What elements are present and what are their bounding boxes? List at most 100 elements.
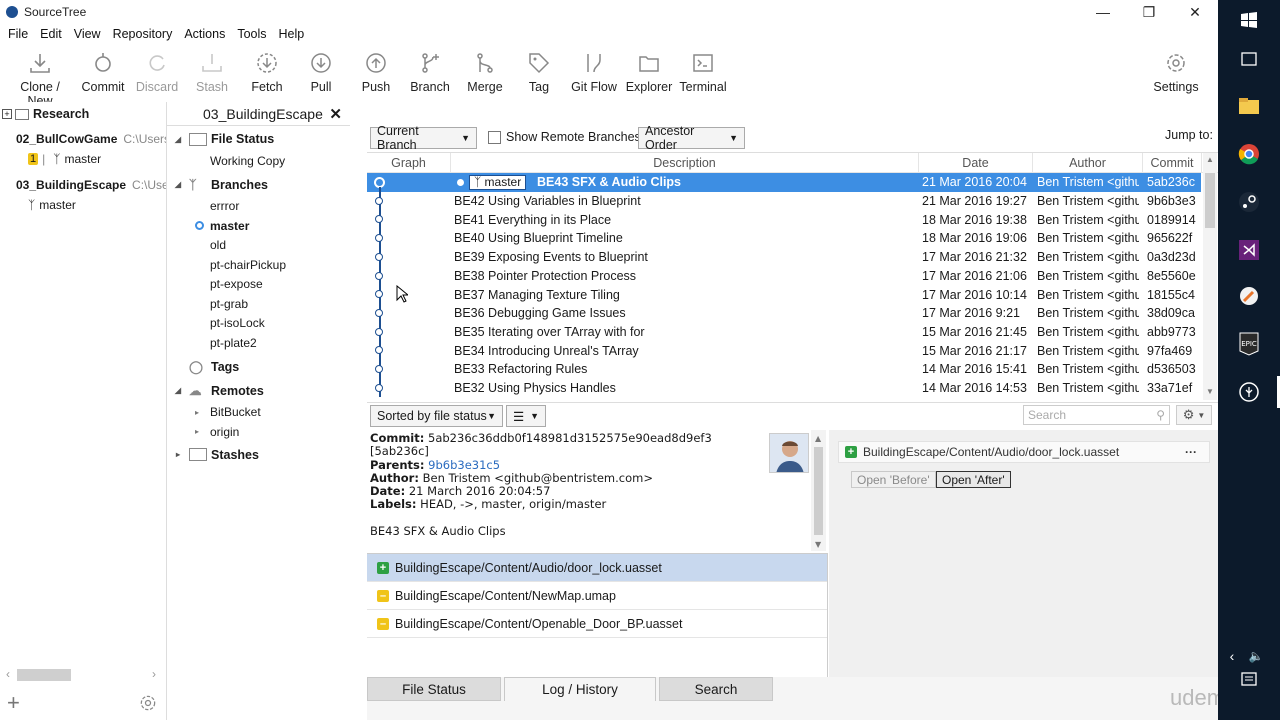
repo-group-research[interactable]: + Research (0, 103, 166, 125)
repo-item-bullcowgame[interactable]: 02_BullCowGame C:\Users\ (0, 128, 166, 150)
grid-scrollbar[interactable]: ▲ ▼ (1203, 153, 1217, 400)
tab-file-status[interactable]: File Status (367, 677, 501, 701)
menu-file[interactable]: File (2, 27, 34, 41)
list-item[interactable]: – BuildingEscape/Content/Openable_Door_B… (367, 610, 827, 638)
notification-icon[interactable] (1237, 668, 1261, 692)
fetch-button[interactable]: Fetch (237, 46, 297, 94)
expand-arrow-icon[interactable]: ▸ (195, 427, 210, 436)
close-window-button[interactable]: ✕ (1172, 0, 1218, 24)
list-item[interactable]: + BuildingEscape/Content/Audio/door_lock… (367, 554, 827, 582)
scroll-up-icon[interactable]: ▲ (815, 432, 821, 445)
gear-icon[interactable] (138, 693, 158, 716)
scroll-down-icon[interactable]: ▼ (815, 538, 821, 551)
table-row[interactable]: BE39 Exposing Events to Blueprint 17 Mar … (367, 248, 1201, 267)
sort-dropdown[interactable]: Sorted by file status ▼ (370, 405, 503, 427)
terminal-button[interactable]: Terminal (673, 46, 733, 94)
branch-button[interactable]: Branch (400, 46, 460, 94)
steam-icon[interactable] (1237, 190, 1261, 214)
menu-help[interactable]: Help (273, 27, 311, 41)
sidebar-remotes[interactable]: ◢ ☁ Remotes (167, 379, 367, 403)
collapse-icon[interactable]: ◢ (167, 180, 189, 189)
maximize-button[interactable]: ❐ (1126, 0, 1172, 24)
repo-item-buildingescape[interactable]: 03_BuildingEscape C:\User (0, 174, 166, 196)
branch-filter-dropdown[interactable]: Current Branch ▼ (370, 124, 477, 152)
clone-new-button[interactable]: Clone / New (8, 46, 72, 108)
expand-arrow-icon[interactable]: ▸ (195, 408, 210, 417)
collapse-icon[interactable]: ◢ (167, 386, 189, 395)
git-flow-button[interactable]: Git Flow (564, 46, 624, 94)
sidebar-branch-pt-grab[interactable]: pt-grab (167, 294, 367, 314)
expand-arrow-icon[interactable]: ▸ (167, 450, 189, 459)
scroll-up-icon[interactable]: ▲ (1206, 155, 1214, 164)
sidebar-branch-pt-expose[interactable]: pt-expose (167, 275, 367, 295)
tab-log-history[interactable]: Log / History (504, 677, 656, 701)
sidebar-branch-master[interactable]: master (167, 216, 367, 236)
settings-button[interactable]: Settings (1146, 46, 1206, 94)
sidebar-file-status[interactable]: ◢ File Status (167, 127, 367, 151)
sidebar-branch-pt-chairpickup[interactable]: pt-chairPickup (167, 255, 367, 275)
scroll-down-icon[interactable]: ▼ (1206, 387, 1214, 396)
table-row[interactable]: ᛉ master BE43 SFX & Audio Clips 21 Mar 2… (367, 173, 1201, 192)
column-commit[interactable]: Commit (1143, 153, 1202, 172)
table-row[interactable]: BE33 Refactoring Rules 14 Mar 2016 15:41 B… (367, 360, 1201, 379)
file-explorer-icon[interactable] (1237, 94, 1261, 118)
menu-repository[interactable]: Repository (107, 27, 179, 41)
scroll-right-icon[interactable]: › (152, 667, 156, 681)
menu-edit[interactable]: Edit (34, 27, 68, 41)
explorer-button[interactable]: Explorer (619, 46, 679, 94)
volume-icon[interactable]: 🔈 (1246, 644, 1266, 668)
chevron-left-icon[interactable]: ‹ (1224, 644, 1240, 668)
epic-games-icon[interactable]: EPIC (1237, 332, 1261, 356)
minimize-button[interactable]: — (1080, 0, 1126, 24)
table-row[interactable]: BE38 Pointer Protection Process 17 Mar 20… (367, 267, 1201, 286)
sidebar-branch-errror[interactable]: errror (167, 197, 367, 217)
discard-button[interactable]: Discard (127, 46, 187, 94)
column-description[interactable]: Description (451, 153, 919, 172)
tag-button[interactable]: Tag (509, 46, 569, 94)
windows-start-icon[interactable] (1237, 8, 1261, 32)
sidebar-stashes[interactable]: ▸ Stashes (167, 443, 367, 467)
task-view-icon[interactable] (1237, 48, 1261, 72)
pull-button[interactable]: Pull (291, 46, 351, 94)
sidebar-branch-pt-plate2[interactable]: pt-plate2 (167, 333, 367, 353)
menu-view[interactable]: View (68, 27, 107, 41)
table-row[interactable]: BE32 Using Physics Handles 14 Mar 2016 14… (367, 379, 1201, 398)
column-date[interactable]: Date (919, 153, 1033, 172)
list-item[interactable]: – BuildingEscape/Content/NewMap.umap (367, 582, 827, 610)
expand-icon[interactable]: + (2, 109, 12, 119)
search-input[interactable]: Search ⚲ (1023, 405, 1170, 425)
view-mode-dropdown[interactable]: ☰ ▼ (506, 405, 546, 427)
show-remote-checkbox[interactable]: Show Remote Branches (488, 130, 641, 144)
commit-button[interactable]: Commit (73, 46, 133, 94)
add-repo-icon[interactable]: + (7, 690, 20, 716)
scroll-left-icon[interactable]: ‹ (6, 667, 10, 681)
menu-tools[interactable]: Tools (231, 27, 272, 41)
open-before-button[interactable]: Open 'Before' (851, 471, 936, 488)
menu-actions[interactable]: Actions (178, 27, 231, 41)
table-row[interactable]: BE42 Using Variables in Blueprint 21 Mar … (367, 192, 1201, 211)
sidebar-branch-old[interactable]: old (167, 236, 367, 256)
merge-button[interactable]: Merge (455, 46, 515, 94)
chrome-icon[interactable] (1237, 142, 1261, 166)
table-row[interactable]: BE36 Debugging Game Issues 17 Mar 2016 9:… (367, 304, 1201, 323)
sidebar-branch-pt-isolock[interactable]: pt-isoLock (167, 314, 367, 334)
sidebar-item-working-copy[interactable]: Working Copy (167, 151, 367, 171)
column-graph[interactable]: Graph (367, 153, 451, 172)
table-row[interactable]: BE35 Iterating over TArray with for 15 Ma… (367, 323, 1201, 342)
close-icon[interactable]: ✕ (329, 105, 342, 123)
order-dropdown[interactable]: Ancestor Order ▼ (638, 124, 745, 152)
sidebar-branches[interactable]: ◢ ᛉ Branches (167, 173, 367, 197)
more-options-icon[interactable]: ··· (1185, 445, 1197, 459)
sidebar-remote-bitbucket[interactable]: ▸ BitBucket (167, 403, 367, 423)
table-row[interactable]: BE34 Introducing Unreal's TArray 15 Mar 2… (367, 341, 1201, 360)
options-gear-button[interactable]: ⚙ ▼ (1176, 405, 1212, 425)
tab-buildingescape[interactable]: 03_BuildingEscape ✕ (167, 102, 350, 126)
table-row[interactable]: BE37 Managing Texture Tiling 17 Mar 2016 … (367, 285, 1201, 304)
paint-app-icon[interactable] (1237, 284, 1261, 308)
sourcetree-taskbar-icon[interactable] (1237, 380, 1261, 404)
details-scrollbar[interactable]: ▲ ▼ (811, 430, 826, 551)
sidebar-remote-origin[interactable]: ▸ origin (167, 422, 367, 442)
collapse-icon[interactable]: ◢ (167, 135, 189, 144)
column-author[interactable]: Author (1033, 153, 1143, 172)
table-row[interactable]: BE41 Everything in its Place 18 Mar 2016 … (367, 210, 1201, 229)
